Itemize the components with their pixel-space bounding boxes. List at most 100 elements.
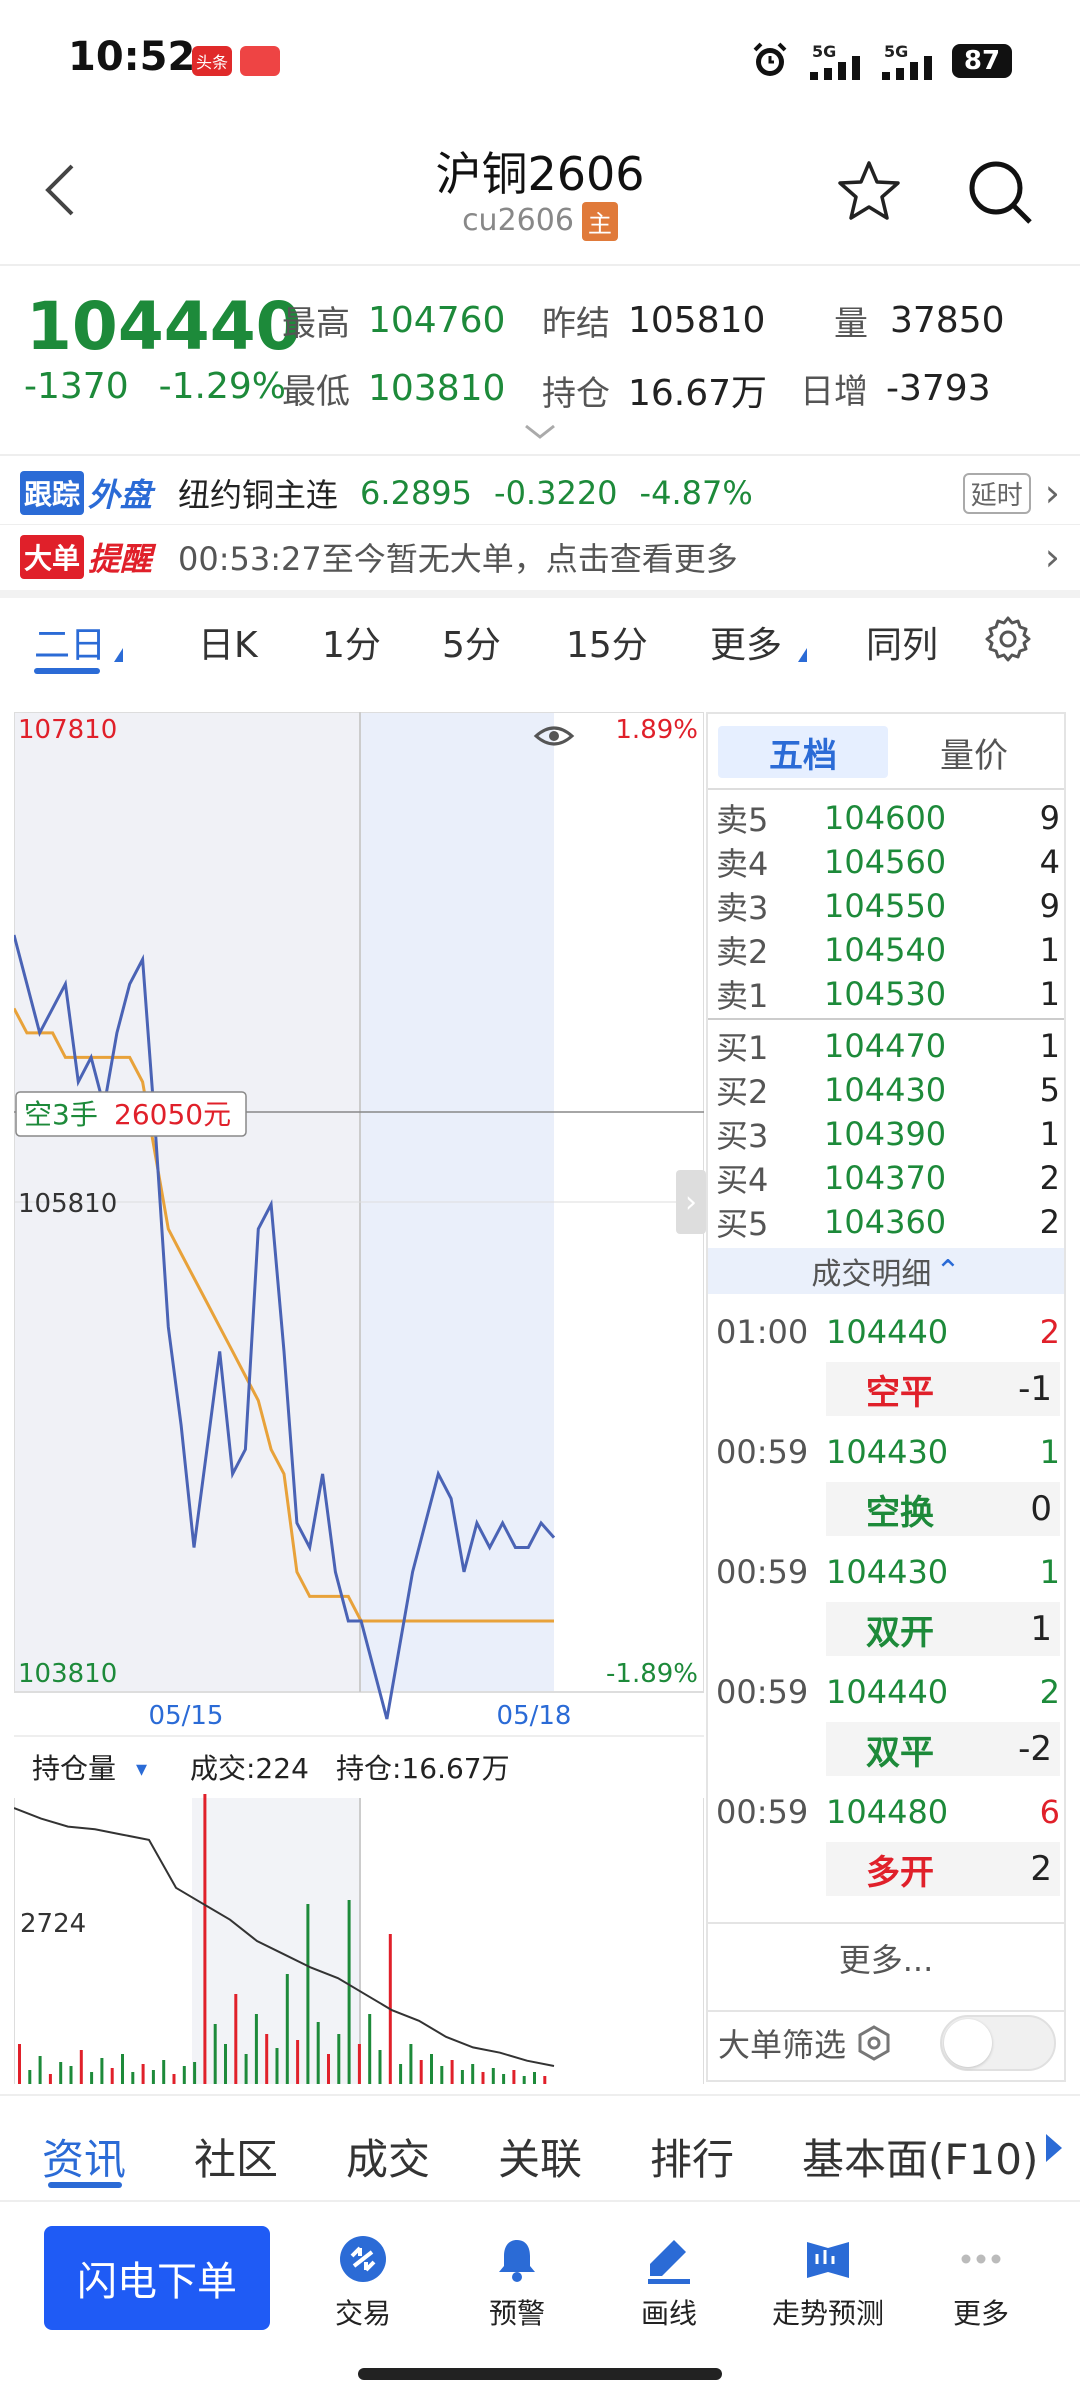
open-interest-field: 持仓 16.67万: [542, 364, 767, 416]
trade-price: 104430: [826, 1433, 949, 1471]
expand-chevron-icon[interactable]: [524, 424, 556, 440]
ask-price: 104600: [824, 799, 947, 837]
gear-icon[interactable]: [984, 614, 1032, 662]
volume-bar: [18, 2044, 21, 2084]
quote-divider: [0, 454, 1080, 456]
lightning-order-button[interactable]: 闪电下单: [44, 2226, 270, 2330]
low-value: 103810: [368, 368, 506, 409]
tab-news[interactable]: 资讯: [42, 2126, 126, 2187]
volume-bar: [378, 2050, 382, 2084]
volume-bar: [193, 2062, 197, 2084]
sub-chart-dropdown-icon[interactable]: ▾: [136, 1757, 147, 1782]
volume-label: 量: [834, 304, 868, 344]
panel-collapse-handle[interactable]: ›: [676, 1170, 706, 1234]
ask-volume: 9: [1039, 887, 1060, 925]
price-chart[interactable]: 107810 105810 103810 1.89% -1.89% 空3手 26…: [14, 712, 704, 2084]
volume-bar: [48, 2074, 52, 2084]
pen-icon: [648, 2240, 690, 2284]
y-axis-top-label: 107810: [18, 715, 117, 745]
bid-label: 买1: [716, 1029, 769, 1067]
more-trades-button[interactable]: 更多...: [708, 1926, 1064, 1990]
bid-row: 买2 104430 5: [716, 1068, 1060, 1112]
volume-bar: [522, 2076, 526, 2084]
tab-fundamentals[interactable]: 基本面(F10): [802, 2126, 1038, 2187]
tab-five-levels[interactable]: 五档: [718, 726, 888, 778]
nav-more[interactable]: 更多: [906, 2234, 1056, 2332]
trade-icon: [340, 2236, 386, 2282]
trade-time: 00:59: [716, 1553, 809, 1591]
trade-price: 104480: [826, 1793, 949, 1831]
volume-bar: [172, 2074, 176, 2084]
app-notification-icon: [240, 46, 280, 76]
ask-row: 卖4 104560 4: [716, 840, 1060, 884]
battery-level: 87: [952, 44, 1012, 78]
sub-chart-y-label: 2724: [20, 1909, 86, 1939]
big-order-filter-label: 大单筛选: [718, 2026, 847, 2064]
tab-trades[interactable]: 成交: [346, 2126, 430, 2187]
nav-alert[interactable]: 预警: [442, 2234, 592, 2332]
filter-settings-icon[interactable]: [854, 2023, 894, 2063]
trade-time: 00:59: [716, 1673, 809, 1711]
tab-daily-k[interactable]: 日K: [198, 616, 258, 668]
tab-same-column[interactable]: 同列: [866, 616, 938, 668]
volume-bar: [460, 2070, 464, 2084]
trade-details-label: 成交明细: [811, 1257, 932, 1292]
ask-label: 卖5: [716, 801, 769, 839]
big-order-alert-row[interactable]: 大单 提醒 00:53:27至今暂无大单，点击查看更多 ›: [20, 530, 1060, 584]
contract-code: cu2606 主: [0, 202, 1080, 241]
forecast-book-icon: [807, 2242, 849, 2278]
tab-related[interactable]: 关联: [498, 2126, 582, 2187]
trade-action: 多开: [866, 1852, 934, 1893]
trade-net: -2: [1018, 1729, 1052, 1769]
volume-bar: [182, 2066, 186, 2084]
volume-bar: [234, 1994, 238, 2084]
bid-price: 104370: [824, 1159, 947, 1197]
volume-bar: [79, 2050, 83, 2084]
tab-community[interactable]: 社区: [194, 2126, 278, 2187]
ask-price: 104560: [824, 843, 947, 881]
trade-action: 空平: [866, 1372, 934, 1413]
trade-details-header[interactable]: 成交明细 ⌃: [708, 1248, 1064, 1294]
volume-bar: [327, 2054, 330, 2084]
more-divider: [708, 1922, 1064, 1924]
sub-chart-selector[interactable]: 持仓量: [32, 1752, 116, 1785]
order-book-panel: 五档 量价 卖5 104600 9 卖4 104560 4 卖3 104550 9 卖2 10…: [706, 712, 1066, 2012]
tab-15-min[interactable]: 15分: [566, 616, 648, 668]
volume-bar: [316, 2022, 320, 2084]
bid-label: 买3: [716, 1117, 769, 1155]
scroll-right-icon[interactable]: [1046, 2134, 1062, 2162]
ask-volume: 4: [1039, 843, 1060, 881]
nav-trend-forecast[interactable]: 走势预测: [748, 2234, 908, 2332]
tab-5-min[interactable]: 5分: [442, 616, 501, 668]
volume-bar: [491, 2068, 495, 2084]
bid-price: 104360: [824, 1203, 947, 1241]
volume-bar: [213, 2024, 217, 2084]
bell-icon: [499, 2240, 535, 2282]
tab-volume-price[interactable]: 量价: [894, 726, 1054, 778]
ask-volume: 9: [1039, 799, 1060, 837]
nav-trade[interactable]: 交易: [288, 2234, 438, 2332]
bid-label: 买2: [716, 1073, 769, 1111]
open-interest-value: 16.67万: [628, 373, 768, 414]
foreign-tag: 外盘: [88, 476, 153, 514]
tab-ranking[interactable]: 排行: [650, 2126, 734, 2187]
volume-bar: [90, 2072, 94, 2084]
big-order-filter-toggle[interactable]: [940, 2015, 1056, 2071]
nav-draw[interactable]: 画线: [594, 2234, 744, 2332]
more-dots-icon: [961, 2254, 1001, 2264]
tab-1-min[interactable]: 1分: [322, 616, 381, 668]
volume-bar: [337, 2034, 341, 2084]
tab-two-day[interactable]: 二日: [34, 616, 106, 668]
change-value: -1370: [24, 366, 129, 407]
volume-bar: [110, 2068, 114, 2084]
favorite-star-icon[interactable]: [836, 158, 902, 224]
home-indicator[interactable]: [358, 2368, 722, 2380]
trade-volume: 1: [1039, 1433, 1060, 1471]
volume-bar: [203, 1794, 207, 2084]
volume-bar: [265, 2034, 269, 2084]
nav-trade-label: 交易: [334, 2297, 391, 2330]
search-icon[interactable]: [966, 158, 1034, 226]
foreign-market-row[interactable]: 跟踪 外盘 纽约铜主连 6.2895 -0.3220 -4.87% 延时 ›: [20, 466, 1060, 520]
tab-more[interactable]: 更多: [710, 616, 782, 668]
ask-row: 卖1 104530 1: [716, 972, 1060, 1016]
